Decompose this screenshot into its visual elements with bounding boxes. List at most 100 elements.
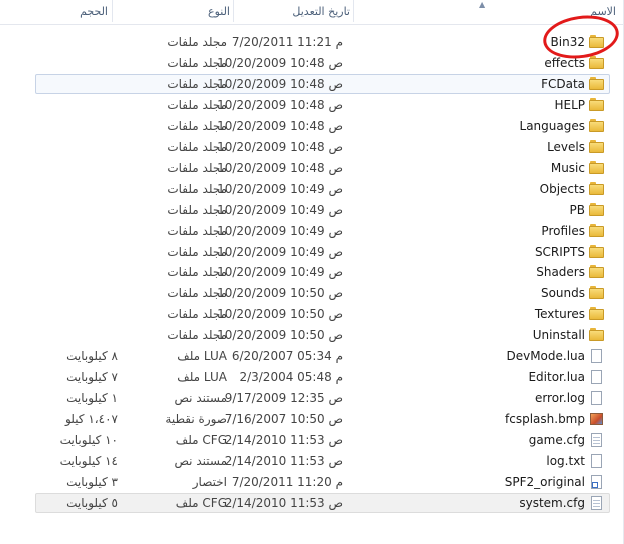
modified-date: 7/16/2007 10:50 ص	[224, 412, 343, 426]
file-size: ٣ كيلوبايت	[66, 475, 118, 489]
file-row[interactable]: Uninstall 10/20/2009 10:50 ص مجلد ملفات	[35, 325, 610, 345]
file-row[interactable]: FCData 10/20/2009 10:48 ص مجلد ملفات	[35, 74, 610, 94]
file-type: مجلد ملفات	[167, 286, 227, 300]
file-name: game.cfg	[528, 433, 585, 447]
folder-icon	[589, 77, 604, 91]
file-row[interactable]: HELP 10/20/2009 10:48 ص مجلد ملفات	[35, 95, 610, 115]
file-name: Shaders	[536, 265, 585, 279]
file-type: مستند نص	[174, 391, 227, 405]
file-size: ٧ كيلوبايت	[66, 370, 118, 384]
file-row[interactable]: Sounds 10/20/2009 10:50 ص مجلد ملفات	[35, 283, 610, 303]
file-row[interactable]: error.log 9/17/2009 12:35 ص مستند نص ١ كيلو…	[35, 388, 610, 408]
file-row[interactable]: SCRIPTS 10/20/2009 10:49 ص مجلد ملفات	[35, 242, 610, 262]
file-row[interactable]: Music 10/20/2009 10:48 ص مجلد ملفات	[35, 158, 610, 178]
file-size: ١٤ كيلوبايت	[59, 454, 118, 468]
file-type: مستند نص	[174, 454, 227, 468]
file-size: ١،٤٠٧ كيلو	[65, 412, 118, 426]
file-name: Languages	[519, 119, 585, 133]
file-row[interactable]: system.cfg 2/14/2010 11:53 ص ملف CFG ٥ كيلو…	[35, 493, 610, 513]
folder-icon	[589, 161, 604, 175]
file-size: ١٠ كيلوبايت	[59, 433, 118, 447]
file-row[interactable]: DevMode.lua 6/20/2007 05:34 م ملف LUA ٨ كيل…	[35, 346, 610, 366]
file-row[interactable]: Editor.lua 2/3/2004 05:48 م ملف LUA ٧ كيلوب…	[35, 367, 610, 387]
file-type: ملف CFG	[175, 433, 227, 447]
modified-date: 10/20/2009 10:50 ص	[217, 286, 343, 300]
folder-icon	[589, 265, 604, 279]
modified-date: 10/20/2009 10:48 ص	[217, 161, 343, 175]
modified-date: 10/20/2009 10:49 ص	[217, 182, 343, 196]
file-row[interactable]: Levels 10/20/2009 10:48 ص مجلد ملفات	[35, 137, 610, 157]
file-row[interactable]: Bin32 7/20/2011 11:21 م مجلد ملفات	[35, 32, 610, 52]
modified-date: 10/20/2009 10:49 ص	[217, 224, 343, 238]
folder-icon	[589, 307, 604, 321]
file-type: مجلد ملفات	[167, 265, 227, 279]
file-row[interactable]: game.cfg 2/14/2010 11:53 ص ملف CFG ١٠ كيلوب…	[35, 430, 610, 450]
config-icon	[589, 433, 604, 447]
document-icon	[589, 454, 604, 468]
file-name: Editor.lua	[528, 370, 585, 384]
document-icon	[589, 349, 604, 363]
shortcut-icon	[589, 475, 604, 489]
file-name: Music	[550, 161, 585, 175]
modified-date: 10/20/2009 10:49 ص	[217, 203, 343, 217]
file-row[interactable]: Profiles 10/20/2009 10:49 ص مجلد ملفات	[35, 221, 610, 241]
file-name: log.txt	[546, 454, 585, 468]
sort-ascending-icon[interactable]: ▲	[479, 0, 485, 9]
column-divider[interactable]	[112, 0, 113, 22]
file-type: مجلد ملفات	[167, 328, 227, 342]
file-row[interactable]: Shaders 10/20/2009 10:49 ص مجلد ملفات	[35, 262, 610, 282]
folder-icon	[589, 245, 604, 259]
column-header-bar: ▲ الاسم تاريخ التعديل النوع الحجم	[0, 0, 624, 25]
file-name: FCData	[541, 77, 585, 91]
modified-date: 10/20/2009 10:48 ص	[217, 140, 343, 154]
file-row[interactable]: Textures 10/20/2009 10:50 ص مجلد ملفات	[35, 304, 610, 324]
file-row[interactable]: fcsplash.bmp 7/16/2007 10:50 ص صورة نقطية ١…	[35, 409, 610, 429]
folder-icon	[589, 328, 604, 342]
folder-icon	[589, 182, 604, 196]
file-row[interactable]: Languages 10/20/2009 10:48 ص مجلد ملفات	[35, 116, 610, 136]
file-type: ملف LUA	[177, 349, 227, 363]
folder-icon	[589, 119, 604, 133]
file-type: مجلد ملفات	[167, 182, 227, 196]
file-type: ملف CFG	[175, 496, 227, 510]
column-divider[interactable]	[353, 0, 354, 22]
column-divider[interactable]	[233, 0, 234, 22]
file-type: مجلد ملفات	[167, 77, 227, 91]
folder-icon	[589, 286, 604, 300]
config-icon	[589, 496, 604, 510]
file-type: مجلد ملفات	[167, 307, 227, 321]
modified-date: 2/14/2010 11:53 ص	[224, 496, 343, 510]
file-name: Sounds	[540, 286, 585, 300]
file-type: مجلد ملفات	[167, 56, 227, 70]
file-type: اختصار	[192, 475, 227, 489]
folder-icon	[589, 224, 604, 238]
modified-date: 10/20/2009 10:50 ص	[217, 328, 343, 342]
document-icon	[589, 391, 604, 405]
file-name: SPF2_original	[504, 475, 585, 489]
file-type: مجلد ملفات	[167, 224, 227, 238]
modified-date: 10/20/2009 10:48 ص	[217, 56, 343, 70]
file-row[interactable]: effects 10/20/2009 10:48 ص مجلد ملفات	[35, 53, 610, 73]
file-row[interactable]: Objects 10/20/2009 10:49 ص مجلد ملفات	[35, 179, 610, 199]
file-name: system.cfg	[519, 496, 585, 510]
column-header-size[interactable]: الحجم	[60, 3, 108, 21]
file-name: Uninstall	[532, 328, 585, 342]
file-type: صورة نقطية	[165, 412, 227, 426]
folder-icon	[589, 203, 604, 217]
column-header-type[interactable]: النوع	[170, 3, 230, 21]
file-name: Levels	[547, 140, 585, 154]
folder-icon	[589, 98, 604, 112]
column-header-date[interactable]: تاريخ التعديل	[272, 3, 350, 21]
file-type: مجلد ملفات	[167, 98, 227, 112]
file-name: error.log	[534, 391, 585, 405]
file-row[interactable]: log.txt 2/14/2010 11:53 ص مستند نص ١٤ كيلوب…	[35, 451, 610, 471]
modified-date: 10/20/2009 10:48 ص	[217, 77, 343, 91]
file-row[interactable]: PB 10/20/2009 10:49 ص مجلد ملفات	[35, 200, 610, 220]
modified-date: 6/20/2007 05:34 م	[231, 349, 343, 363]
file-type: مجلد ملفات	[167, 203, 227, 217]
modified-date: 9/17/2009 12:35 ص	[224, 391, 343, 405]
file-name: SCRIPTS	[534, 245, 585, 259]
file-name: DevMode.lua	[506, 349, 585, 363]
file-row[interactable]: SPF2_original 7/20/2011 11:20 م اختصار ٣ كي…	[35, 472, 610, 492]
modified-date: 2/3/2004 05:48 م	[239, 370, 343, 384]
